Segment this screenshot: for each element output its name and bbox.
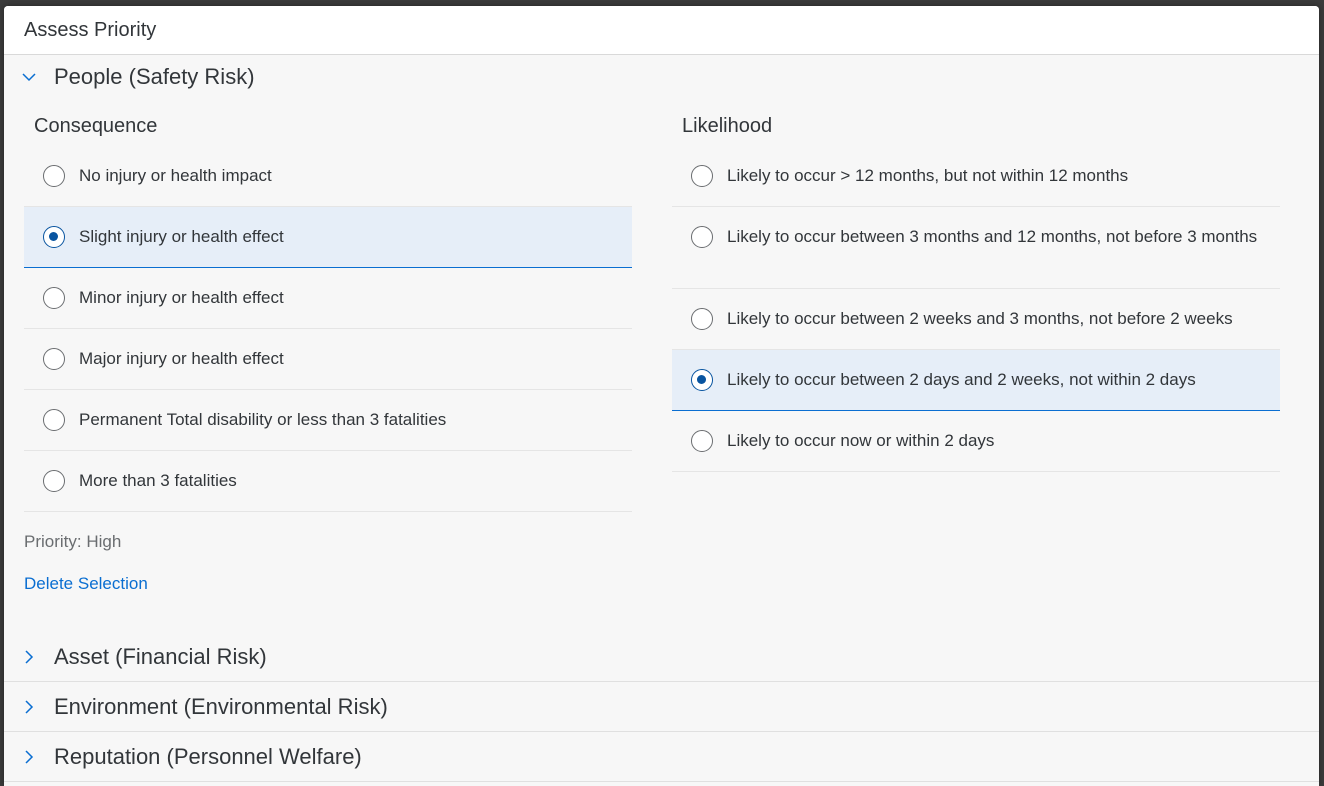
chevron-right-icon xyxy=(20,648,38,666)
option-label: Slight injury or health effect xyxy=(79,227,284,246)
delete-selection-link[interactable]: Delete Selection xyxy=(24,574,148,594)
option-label: Minor injury or health effect xyxy=(79,288,284,307)
radio-button[interactable] xyxy=(43,409,65,431)
panel-title-reputation: Reputation (Personnel Welfare) xyxy=(54,743,362,769)
consequence-option-2[interactable]: Minor injury or health effect xyxy=(24,268,632,329)
radio-button[interactable] xyxy=(691,430,713,452)
likelihood-column: Likelihood Likely to occur > 12 months, … xyxy=(672,99,1280,594)
dialog-title: Assess Priority xyxy=(24,18,157,41)
consequence-option-3[interactable]: Major injury or health effect xyxy=(24,329,632,390)
option-label: Likely to occur between 3 months and 12 … xyxy=(727,227,1258,246)
radio-button[interactable] xyxy=(43,348,65,370)
likelihood-option-2[interactable]: Likely to occur between 2 weeks and 3 mo… xyxy=(672,289,1280,350)
option-label: Likely to occur now or within 2 days xyxy=(727,431,995,450)
radio-button[interactable] xyxy=(691,165,713,187)
option-label: Likely to occur between 2 weeks and 3 mo… xyxy=(727,309,1233,328)
consequence-title: Consequence xyxy=(34,115,158,137)
option-label: Permanent Total disability or less than … xyxy=(79,410,447,429)
option-label: Likely to occur between 2 days and 2 wee… xyxy=(727,370,1196,389)
consequence-option-0[interactable]: No injury or health impact xyxy=(24,146,632,207)
panel-header-reputation[interactable]: Reputation (Personnel Welfare) xyxy=(4,732,1319,782)
panel-header-environment[interactable]: Environment (Environmental Risk) xyxy=(4,682,1319,732)
people-panel-content: Consequence No injury or health impact S… xyxy=(4,99,1319,594)
panel-title-environment: Environment (Environmental Risk) xyxy=(54,693,388,719)
radio-button[interactable] xyxy=(43,470,65,492)
radio-button[interactable] xyxy=(691,226,713,248)
radio-button[interactable] xyxy=(43,165,65,187)
consequence-column: Consequence No injury or health impact S… xyxy=(24,99,632,594)
likelihood-option-1[interactable]: Likely to occur between 3 months and 12 … xyxy=(672,207,1280,289)
likelihood-title: Likelihood xyxy=(682,115,773,137)
panel-header-asset[interactable]: Asset (Financial Risk) xyxy=(4,632,1319,682)
chevron-right-icon xyxy=(20,698,38,716)
panel-header-people[interactable]: People (Safety Risk) xyxy=(4,55,1319,99)
radio-button[interactable] xyxy=(43,287,65,309)
option-label: No injury or health impact xyxy=(79,166,272,185)
panel-title-people: People (Safety Risk) xyxy=(54,64,255,89)
likelihood-option-0[interactable]: Likely to occur > 12 months, but not wit… xyxy=(672,146,1280,207)
dialog-header: Assess Priority xyxy=(4,6,1319,55)
radio-button[interactable] xyxy=(691,369,713,391)
likelihood-option-3[interactable]: Likely to occur between 2 days and 2 wee… xyxy=(672,350,1280,411)
option-label: More than 3 fatalities xyxy=(79,471,237,490)
assess-priority-dialog: Assess Priority People (Safety Risk) Con… xyxy=(4,6,1319,786)
option-label: Major injury or health effect xyxy=(79,349,284,368)
option-label: Likely to occur > 12 months, but not wit… xyxy=(727,166,1129,185)
panel-title-asset: Asset (Financial Risk) xyxy=(54,643,267,669)
priority-text: Priority: High xyxy=(24,532,122,551)
consequence-option-1[interactable]: Slight injury or health effect xyxy=(24,207,632,268)
radio-button[interactable] xyxy=(43,226,65,248)
consequence-option-5[interactable]: More than 3 fatalities xyxy=(24,451,632,512)
chevron-right-icon xyxy=(20,748,38,766)
likelihood-option-4[interactable]: Likely to occur now or within 2 days xyxy=(672,411,1280,472)
radio-button[interactable] xyxy=(691,308,713,330)
chevron-down-icon xyxy=(20,68,38,86)
consequence-option-4[interactable]: Permanent Total disability or less than … xyxy=(24,390,632,451)
